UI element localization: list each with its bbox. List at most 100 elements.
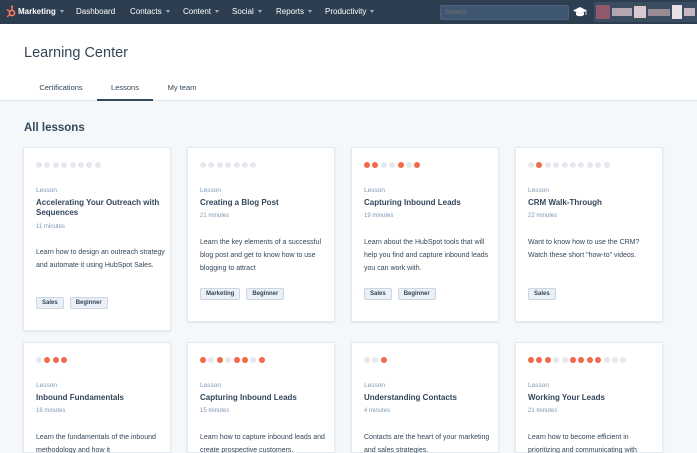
progress-dot-incomplete xyxy=(225,162,232,168)
nav-reports[interactable]: Reports xyxy=(276,0,313,24)
chevron-down-icon xyxy=(165,10,170,14)
card-duration: 21 minutes xyxy=(200,213,230,219)
lesson-card[interactable]: Lesson Creating a Blog Post 21 minutes L… xyxy=(187,147,335,322)
progress-dot-incomplete xyxy=(36,162,42,168)
tab-certifications[interactable]: Certifications xyxy=(26,83,96,101)
progress-dot-incomplete xyxy=(250,357,257,363)
card-duration: 19 minutes xyxy=(364,213,394,219)
tag-badge[interactable]: Beginner xyxy=(246,288,285,300)
progress-dots xyxy=(36,357,68,363)
card-type-label: Lesson xyxy=(364,187,385,194)
card-type-label: Lesson xyxy=(200,382,221,389)
progress-dot-complete xyxy=(61,357,68,363)
card-type-label: Lesson xyxy=(528,187,549,194)
tag-badge[interactable]: Beginner xyxy=(397,288,436,300)
progress-dot-complete xyxy=(528,357,534,363)
card-duration: 21 minutes xyxy=(528,408,558,414)
graduation-cap-icon[interactable] xyxy=(572,4,588,20)
progress-dots xyxy=(364,162,421,168)
lesson-card[interactable]: Lesson Capturing Inbound Leads 19 minute… xyxy=(351,147,499,322)
tag-badge[interactable]: Sales xyxy=(364,288,392,300)
tag-badge[interactable]: Beginner xyxy=(69,297,108,309)
progress-dot-incomplete xyxy=(44,162,51,168)
progress-dot-complete xyxy=(536,357,543,363)
chevron-down-icon xyxy=(257,10,262,14)
tab-my-team[interactable]: My team xyxy=(160,83,204,101)
chevron-down-icon xyxy=(308,10,313,14)
nav-productivity[interactable]: Productivity xyxy=(325,0,375,24)
card-title[interactable]: Understanding Contacts xyxy=(364,393,492,403)
account-menu-blurred[interactable] xyxy=(594,2,697,22)
progress-dot-incomplete xyxy=(595,162,602,168)
tag-badge[interactable]: Sales xyxy=(36,297,64,309)
card-type-label: Lesson xyxy=(528,382,549,389)
chevron-down-icon xyxy=(59,10,64,14)
card-type-label: Lesson xyxy=(36,187,57,194)
tag-badge[interactable]: Sales xyxy=(528,288,556,300)
progress-dot-complete xyxy=(241,357,248,363)
nav-dashboard-label: Dashboard xyxy=(76,7,116,16)
nav-marketing[interactable]: Marketing xyxy=(18,0,64,24)
progress-dot-incomplete xyxy=(561,162,568,168)
progress-dot-incomplete xyxy=(241,162,248,168)
lesson-card[interactable]: Lesson Understanding Contacts 4 minutes … xyxy=(351,342,499,453)
nav-content[interactable]: Content xyxy=(183,0,220,24)
card-type-label: Lesson xyxy=(200,187,221,194)
card-type-label: Lesson xyxy=(36,382,57,389)
nav-contacts-label: Contacts xyxy=(130,7,162,16)
lesson-card[interactable]: Lesson Capturing Inbound Leads 15 minute… xyxy=(187,342,335,453)
progress-dot-complete xyxy=(380,357,387,363)
tab-lessons[interactable]: Lessons xyxy=(97,83,153,101)
progress-dot-complete xyxy=(44,357,51,363)
progress-dot-incomplete xyxy=(586,162,593,168)
card-description: Learn how to design an outreach strategy… xyxy=(36,249,165,269)
card-title[interactable]: CRM Walk-Through xyxy=(528,198,656,208)
progress-dot-incomplete xyxy=(77,162,84,168)
nav-social[interactable]: Social xyxy=(232,0,262,24)
nav-contacts[interactable]: Contacts xyxy=(130,0,170,24)
card-description: Learn how to capture inbound leads and c… xyxy=(200,434,325,453)
progress-dot-incomplete xyxy=(380,162,387,168)
progress-dot-complete xyxy=(578,357,585,363)
card-duration: 22 minutes xyxy=(528,213,558,219)
progress-dots xyxy=(364,357,387,363)
progress-dots xyxy=(528,357,627,363)
card-duration: 16 minutes xyxy=(36,408,66,414)
progress-dot-incomplete xyxy=(200,162,206,168)
progress-dot-incomplete xyxy=(216,162,223,168)
progress-dot-incomplete xyxy=(603,357,610,363)
nav-social-label: Social xyxy=(232,7,254,16)
progress-dot-incomplete xyxy=(553,357,560,363)
progress-dot-complete xyxy=(536,162,543,168)
chevron-down-icon xyxy=(370,10,375,14)
nav-productivity-label: Productivity xyxy=(325,7,367,16)
progress-dot-incomplete xyxy=(372,357,379,363)
card-title[interactable]: Creating a Blog Post xyxy=(200,198,328,208)
hubspot-logo-icon[interactable] xyxy=(6,5,16,18)
progress-dot-complete xyxy=(569,357,576,363)
lesson-card[interactable]: Lesson Inbound Fundamentals 16 minutes L… xyxy=(23,342,171,453)
progress-dot-incomplete xyxy=(544,162,551,168)
lesson-card[interactable]: Lesson Accelerating Your Outreach with S… xyxy=(23,147,171,331)
card-description: Want to know how to use the CRM? Watch t… xyxy=(528,239,640,259)
progress-dot-incomplete xyxy=(36,357,42,363)
card-title[interactable]: Accelerating Your Outreach with Sequence… xyxy=(36,198,164,218)
card-title[interactable]: Capturing Inbound Leads xyxy=(200,393,328,403)
card-duration: 4 minutes xyxy=(364,408,391,414)
card-title[interactable]: Working Your Leads xyxy=(528,393,656,403)
lesson-card[interactable]: Lesson CRM Walk-Through 22 minutes Want … xyxy=(515,147,663,322)
progress-dot-complete xyxy=(414,162,421,168)
progress-dot-incomplete xyxy=(578,162,585,168)
card-title[interactable]: Capturing Inbound Leads xyxy=(364,198,492,208)
card-title[interactable]: Inbound Fundamentals xyxy=(36,393,164,403)
card-tags: Sales Beginner xyxy=(364,288,436,300)
nav-dashboard[interactable]: Dashboard xyxy=(76,0,115,24)
card-description: Learn the fundamentals of the inbound me… xyxy=(36,434,156,453)
search-input[interactable] xyxy=(440,5,569,20)
progress-dots xyxy=(36,162,101,168)
lesson-card[interactable]: Lesson Working Your Leads 21 minutes Lea… xyxy=(515,342,663,453)
progress-dot-complete xyxy=(200,357,206,363)
card-duration: 15 minutes xyxy=(200,408,230,414)
progress-dots xyxy=(200,357,265,363)
tag-badge[interactable]: Marketing xyxy=(200,288,241,300)
